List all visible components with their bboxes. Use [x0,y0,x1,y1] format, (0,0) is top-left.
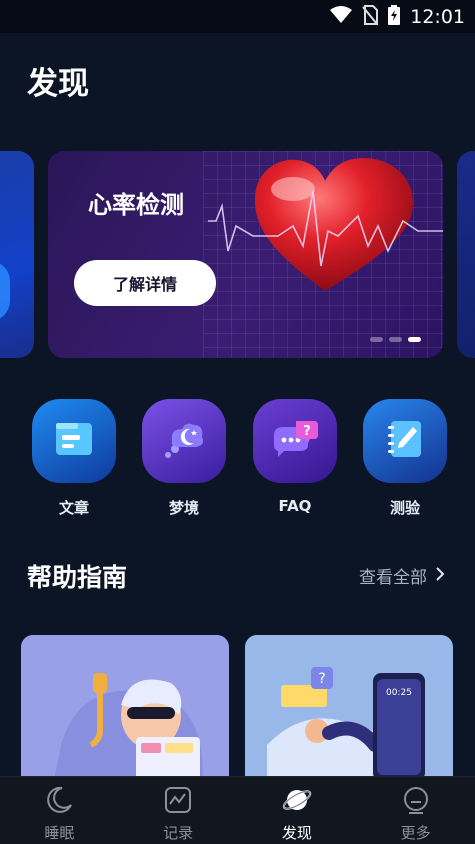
carousel-card-next[interactable] [457,151,475,358]
dream-cloud-icon [160,417,208,465]
carousel-indicator [370,337,421,342]
quick-link-label: FAQ [278,497,312,515]
learn-more-button[interactable]: 了解详情 [74,260,216,306]
quick-link-label: 梦境 [168,499,199,517]
quick-link-label: 文章 [58,499,89,517]
nav-label: 发现 [281,824,312,842]
banner-card[interactable]: 心率检测 了解详情 [48,151,443,358]
quick-link-label: 测验 [389,499,420,517]
planet-icon [281,785,313,819]
status-bar: 12:01 [0,0,475,33]
nav-label: 睡眠 [44,824,75,842]
bottom-navigation: 睡眠 记录 发现 更多 [0,776,475,844]
quick-link-quiz[interactable]: 测验 [363,399,447,518]
carousel-card-previous[interactable] [0,151,34,358]
nav-item-record[interactable]: 记录 [119,777,238,844]
quick-link-faq[interactable]: ? FAQ [253,399,337,515]
chevron-right-icon [435,566,445,586]
quiz-notebook-icon [383,417,427,465]
phone-time: 00:25 [386,688,412,698]
nav-item-sleep[interactable]: 睡眠 [0,777,119,844]
page-title: 发现 [27,66,89,102]
no-sim-icon [362,5,379,29]
svg-text:?: ? [318,671,325,687]
svg-text:?: ? [303,424,311,439]
carousel-dot [370,337,383,342]
nav-item-more[interactable]: 更多 [356,777,475,844]
article-icon [52,417,96,465]
wifi-icon [330,6,353,28]
quick-link-articles[interactable]: 文章 [32,399,116,518]
help-guide-title: 帮助指南 [27,563,128,592]
heart-icon [208,151,443,358]
view-all-link[interactable]: 查看全部 [359,563,445,588]
carousel-dot-active [408,337,421,342]
nav-label: 记录 [163,824,194,842]
chart-record-icon [163,785,193,819]
nav-label: 更多 [400,824,431,842]
battery-charging-icon [388,5,401,29]
nav-item-discover[interactable]: 发现 [238,777,357,844]
more-face-icon [401,785,431,819]
moon-icon [44,785,74,819]
carousel-dot [389,337,402,342]
quick-link-dreams[interactable]: 梦境 [142,399,226,518]
faq-bubble-icon: ? [270,417,320,465]
banner-title: 心率检测 [88,191,184,219]
status-time: 12:01 [410,6,465,28]
guide-card[interactable] [21,635,229,795]
guide-card[interactable]: ? 00:25 [245,635,453,795]
view-all-label: 查看全部 [359,568,427,588]
